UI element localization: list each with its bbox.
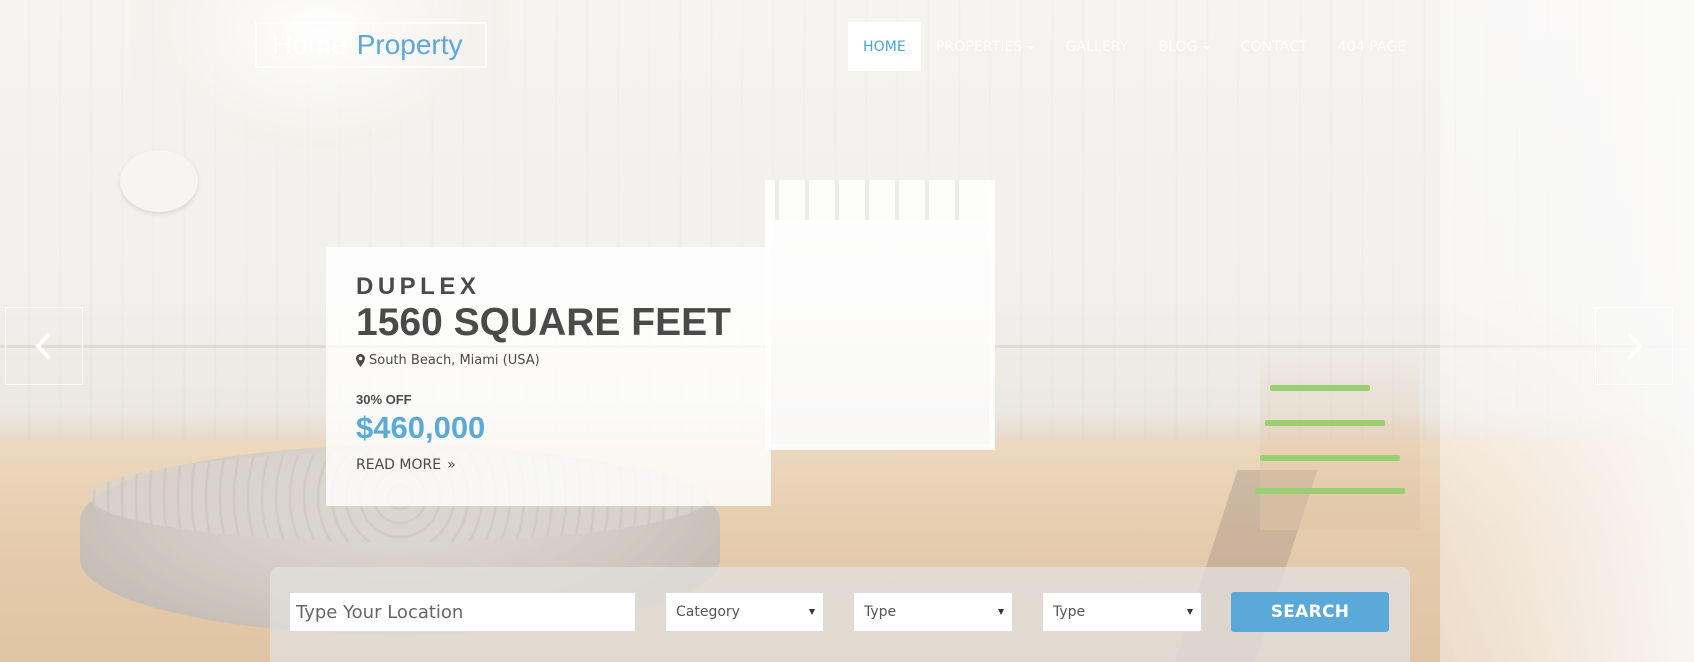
nav-item-label: BLOG: [1158, 38, 1198, 55]
search-button-label: SEARCH: [1270, 602, 1350, 622]
listing-caption-card: DUPLEX 1560 SQUARE FEET South Beach, Mia…: [326, 247, 771, 506]
caret-down-icon: [1202, 45, 1211, 50]
read-more-link[interactable]: READ MORE »: [356, 457, 456, 473]
map-pin-icon: [356, 354, 365, 367]
double-chevron-right-icon: »: [447, 457, 456, 473]
caret-down-icon: [1027, 45, 1036, 50]
nav-item-contact[interactable]: CONTACT: [1226, 22, 1323, 71]
nav-item-label: 404 PAGE: [1337, 38, 1407, 55]
location-search-input[interactable]: Type Your Location: [289, 592, 636, 632]
chevron-right-icon: [1627, 332, 1643, 360]
main-nav: HOME PROPERTIES GALLERY BLOG CONTACT 404…: [848, 22, 1421, 71]
category-select[interactable]: Category: [665, 592, 824, 632]
listing-discount: 30% OFF: [356, 392, 412, 407]
listing-location: South Beach, Miami (USA): [356, 353, 741, 368]
read-more-label: READ MORE: [356, 457, 442, 473]
site-logo[interactable]: Home Property: [255, 22, 487, 68]
search-button[interactable]: SEARCH: [1231, 592, 1389, 632]
type-select-1-value: Type: [864, 604, 897, 620]
nav-item-label: GALLERY: [1065, 38, 1129, 55]
listing-price: $460,000: [356, 410, 486, 445]
nav-item-gallery[interactable]: GALLERY: [1050, 22, 1143, 71]
logo-word-property: Property: [356, 29, 463, 60]
listing-location-text: South Beach, Miami (USA): [369, 353, 540, 368]
slider-prev-button[interactable]: [5, 307, 83, 385]
category-select-value: Category: [676, 604, 740, 620]
chevron-left-icon: [35, 332, 51, 360]
nav-item-label: PROPERTIES: [935, 38, 1023, 55]
nav-item-label: CONTACT: [1240, 38, 1308, 55]
slider-next-button[interactable]: [1595, 307, 1673, 385]
dropdown-arrow-icon: [1187, 609, 1193, 615]
type-select-2-value: Type: [1053, 604, 1086, 620]
dropdown-arrow-icon: [998, 609, 1004, 615]
background-overlay: [0, 0, 1694, 662]
nav-item-label: HOME: [863, 38, 906, 55]
location-placeholder: Type Your Location: [296, 601, 464, 623]
listing-type: DUPLEX: [356, 273, 481, 300]
dropdown-arrow-icon: [809, 609, 815, 615]
nav-item-home[interactable]: HOME: [848, 22, 921, 71]
nav-item-properties[interactable]: PROPERTIES: [921, 22, 1051, 71]
hero-slider: Home Property HOME PROPERTIES GALLERY BL…: [0, 0, 1694, 662]
type-select-2[interactable]: Type: [1042, 592, 1202, 632]
nav-item-404-page[interactable]: 404 PAGE: [1323, 22, 1422, 71]
logo-word-home: Home: [272, 29, 347, 60]
listing-headline: 1560 SQUARE FEET: [356, 301, 731, 344]
nav-item-blog[interactable]: BLOG: [1143, 22, 1225, 71]
type-select-1[interactable]: Type: [853, 592, 1013, 632]
